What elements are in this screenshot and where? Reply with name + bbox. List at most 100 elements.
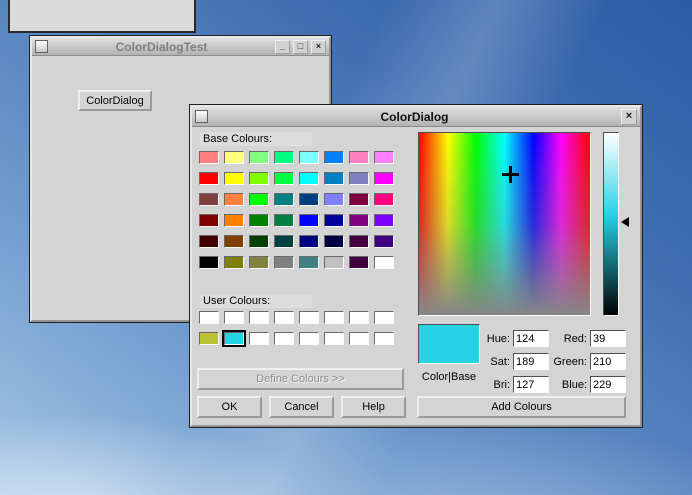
user-color-swatch[interactable]	[349, 311, 369, 324]
user-color-swatch[interactable]	[199, 332, 219, 345]
base-colors-label: Base Colours:	[200, 132, 312, 146]
base-color-swatch[interactable]	[249, 214, 269, 227]
base-color-swatch[interactable]	[299, 193, 319, 206]
hsb-fields: Hue: Sat: Bri:	[467, 330, 549, 399]
user-color-swatch[interactable]	[374, 332, 394, 345]
dialog-body: Base Colours: User Colours: Define Colou…	[192, 127, 640, 423]
app-icon	[35, 40, 48, 53]
base-color-swatch[interactable]	[299, 256, 319, 269]
open-colordialog-button[interactable]: ColorDialog	[78, 90, 152, 111]
user-color-swatch[interactable]	[274, 332, 294, 345]
base-color-swatch[interactable]	[374, 193, 394, 206]
base-color-swatch[interactable]	[274, 235, 294, 248]
base-color-swatch[interactable]	[199, 151, 219, 164]
base-color-swatch[interactable]	[224, 172, 244, 185]
base-color-swatch[interactable]	[299, 151, 319, 164]
user-color-swatch[interactable]	[299, 311, 319, 324]
close-icon[interactable]: ×	[311, 39, 326, 54]
base-color-swatch[interactable]	[274, 256, 294, 269]
test-window-titlebar[interactable]: ColorDialogTest _ □ ×	[32, 38, 329, 56]
base-color-swatch[interactable]	[224, 256, 244, 269]
base-color-swatch[interactable]	[199, 235, 219, 248]
base-color-swatch[interactable]	[349, 214, 369, 227]
base-color-swatch[interactable]	[349, 193, 369, 206]
user-color-swatch[interactable]	[224, 311, 244, 324]
hue-row: Hue:	[467, 330, 549, 347]
user-color-swatch[interactable]	[349, 332, 369, 345]
green-row: Green:	[544, 353, 626, 370]
base-color-swatch[interactable]	[199, 172, 219, 185]
base-color-swatch[interactable]	[249, 193, 269, 206]
partial-window	[8, 0, 196, 33]
bri-label: Bri:	[493, 378, 511, 391]
ok-button[interactable]: OK	[197, 396, 262, 418]
base-color-swatch[interactable]	[324, 172, 344, 185]
base-color-swatch[interactable]	[224, 214, 244, 227]
base-color-swatch[interactable]	[349, 256, 369, 269]
user-color-swatch[interactable]	[274, 311, 294, 324]
user-color-swatch[interactable]	[374, 311, 394, 324]
base-color-swatch[interactable]	[274, 193, 294, 206]
user-color-swatch[interactable]	[224, 332, 244, 345]
help-button[interactable]: Help	[341, 396, 406, 418]
base-color-swatch[interactable]	[199, 193, 219, 206]
base-color-swatch[interactable]	[224, 235, 244, 248]
dialog-titlebar[interactable]: ColorDialog ×	[192, 107, 640, 127]
base-color-swatch[interactable]	[324, 214, 344, 227]
user-colors-label: User Colours:	[200, 294, 312, 308]
base-color-swatch[interactable]	[249, 235, 269, 248]
luminance-bar[interactable]	[603, 132, 619, 316]
add-colors-button[interactable]: Add Colours	[417, 396, 626, 418]
colordialog-window: ColorDialog × Base Colours: User Colours…	[190, 105, 642, 427]
luminance-arrow-icon[interactable]	[621, 217, 629, 227]
base-color-swatch[interactable]	[199, 256, 219, 269]
user-color-swatch[interactable]	[199, 311, 219, 324]
cancel-button[interactable]: Cancel	[269, 396, 334, 418]
base-color-swatch[interactable]	[349, 151, 369, 164]
green-input[interactable]	[590, 353, 626, 370]
base-color-swatch[interactable]	[374, 235, 394, 248]
base-color-swatch[interactable]	[374, 214, 394, 227]
test-window-title: ColorDialogTest	[115, 39, 208, 54]
user-color-swatch[interactable]	[299, 332, 319, 345]
base-color-swatch[interactable]	[324, 256, 344, 269]
base-color-swatch[interactable]	[324, 151, 344, 164]
base-color-swatch[interactable]	[299, 235, 319, 248]
base-color-swatch[interactable]	[224, 193, 244, 206]
user-color-swatch[interactable]	[249, 332, 269, 345]
minimize-icon[interactable]: _	[275, 39, 290, 54]
base-color-swatch[interactable]	[249, 151, 269, 164]
hue-saturation-picker[interactable]	[418, 132, 591, 316]
base-color-swatch[interactable]	[299, 172, 319, 185]
blue-label: Blue:	[561, 378, 587, 391]
base-color-swatch[interactable]	[249, 256, 269, 269]
base-color-swatch[interactable]	[324, 193, 344, 206]
base-color-swatch[interactable]	[324, 235, 344, 248]
bri-row: Bri:	[467, 376, 549, 393]
user-color-swatch[interactable]	[324, 311, 344, 324]
base-color-swatch[interactable]	[199, 214, 219, 227]
base-color-swatch[interactable]	[274, 151, 294, 164]
red-label: Red:	[563, 332, 587, 345]
red-input[interactable]	[590, 330, 626, 347]
base-color-swatch[interactable]	[374, 256, 394, 269]
base-color-swatch[interactable]	[274, 172, 294, 185]
base-color-swatch[interactable]	[374, 172, 394, 185]
base-color-swatch[interactable]	[299, 214, 319, 227]
base-color-swatch[interactable]	[274, 214, 294, 227]
base-color-swatch[interactable]	[349, 172, 369, 185]
blue-input[interactable]	[590, 376, 626, 393]
user-color-swatch[interactable]	[324, 332, 344, 345]
maximize-icon[interactable]: □	[293, 39, 308, 54]
dialog-icon	[195, 110, 208, 123]
base-color-swatch[interactable]	[249, 172, 269, 185]
dialog-close-icon[interactable]: ×	[621, 108, 637, 125]
define-colors-button[interactable]: Define Colours >>	[197, 368, 404, 390]
base-color-swatch[interactable]	[349, 235, 369, 248]
color-picker-crosshair-icon[interactable]	[502, 166, 519, 183]
green-label: Green:	[553, 355, 587, 368]
base-color-swatch[interactable]	[374, 151, 394, 164]
hue-label: Hue:	[486, 332, 510, 345]
base-color-swatch[interactable]	[224, 151, 244, 164]
user-color-swatch[interactable]	[249, 311, 269, 324]
